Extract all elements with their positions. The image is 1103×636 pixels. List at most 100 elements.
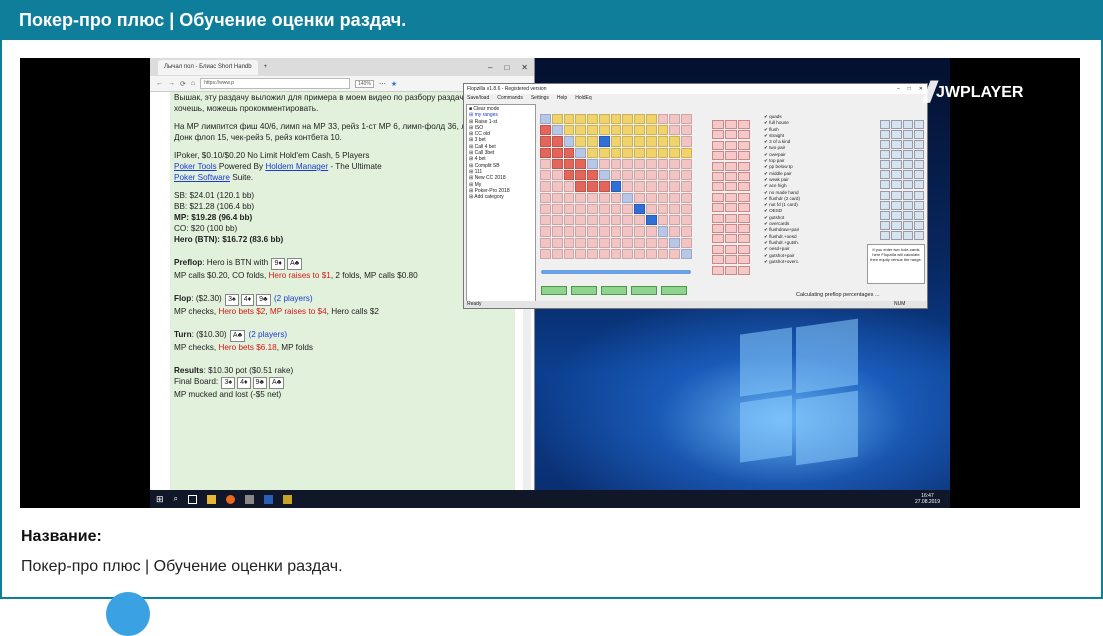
flopzilla-icon[interactable] (283, 494, 293, 504)
range-cell[interactable] (634, 226, 645, 237)
board-card-slot[interactable] (725, 265, 737, 275)
hole-card-slot[interactable] (902, 200, 913, 210)
range-cell[interactable] (563, 203, 575, 215)
menu-item-3[interactable]: Help (557, 94, 567, 102)
explorer-icon[interactable] (207, 494, 217, 504)
hole-card-slot[interactable] (880, 230, 891, 240)
range-cell[interactable] (669, 248, 681, 259)
range-cell[interactable] (563, 170, 575, 181)
board-card-slot[interactable] (738, 151, 750, 161)
range-cell[interactable] (551, 237, 563, 248)
minimize-icon[interactable]: – (488, 63, 492, 72)
range-cell[interactable] (587, 125, 598, 136)
hole-card-slot[interactable] (913, 220, 924, 230)
board-selector[interactable] (712, 120, 750, 275)
range-cell[interactable] (634, 192, 645, 203)
range-cell[interactable] (598, 114, 610, 125)
range-cell[interactable] (669, 158, 681, 170)
range-cell[interactable] (575, 237, 587, 248)
range-cell[interactable] (669, 114, 681, 125)
board-card-slot[interactable] (738, 244, 750, 254)
hole-card-slot[interactable] (913, 130, 924, 140)
range-cell[interactable] (610, 170, 622, 181)
range-cell[interactable] (610, 136, 622, 147)
range-cell[interactable] (598, 237, 610, 248)
range-cell[interactable] (610, 192, 622, 203)
range-cell[interactable] (551, 203, 563, 215)
range-cell[interactable] (575, 136, 587, 147)
hole-card-slot[interactable] (913, 200, 924, 210)
range-cell[interactable] (575, 215, 587, 226)
range-cell[interactable] (551, 125, 563, 136)
range-cell[interactable] (669, 215, 681, 226)
hole-card-slot[interactable] (913, 120, 924, 129)
board-card-slot[interactable] (712, 244, 724, 254)
range-cell[interactable] (645, 237, 657, 248)
range-cell[interactable] (645, 226, 657, 237)
range-cell[interactable] (551, 170, 563, 181)
range-cell[interactable] (681, 136, 692, 147)
range-cell[interactable] (669, 226, 681, 237)
range-cell[interactable] (657, 147, 669, 158)
range-cell[interactable] (657, 170, 669, 181)
board-card-slot[interactable] (712, 151, 724, 161)
range-cell[interactable] (575, 170, 587, 181)
range-cell[interactable] (563, 147, 575, 158)
hole-card-slot[interactable] (891, 200, 902, 210)
range-cell[interactable] (622, 203, 634, 215)
range-cell[interactable] (634, 158, 645, 170)
board-card-slot[interactable] (725, 255, 737, 265)
forward-icon[interactable]: → (168, 80, 175, 87)
range-cell[interactable] (681, 125, 692, 136)
range-cell[interactable] (598, 181, 610, 192)
hole-card-slot[interactable] (880, 130, 891, 140)
range-cell[interactable] (551, 248, 563, 259)
range-cell[interactable] (551, 226, 563, 237)
range-cell[interactable] (657, 114, 669, 125)
hole-card-slot[interactable] (880, 220, 891, 230)
range-cell[interactable] (669, 203, 681, 215)
range-cell[interactable] (622, 114, 634, 125)
tree-item[interactable]: ⊞ Add category (469, 194, 533, 200)
range-cell[interactable] (563, 158, 575, 170)
range-cell[interactable] (551, 181, 563, 192)
hole-card-slot[interactable] (891, 220, 902, 230)
range-cell[interactable] (657, 136, 669, 147)
range-cell[interactable] (634, 147, 645, 158)
board-card-slot[interactable] (712, 120, 724, 129)
browser-tab[interactable]: Лычал пол - Блиас Short Handb (158, 59, 258, 75)
range-cell[interactable] (540, 125, 551, 136)
range-cell[interactable] (681, 215, 692, 226)
range-cell[interactable] (645, 170, 657, 181)
hole-card-slot[interactable] (891, 150, 902, 160)
board-card-slot[interactable] (712, 182, 724, 192)
range-cell[interactable] (551, 114, 563, 125)
board-card-slot[interactable] (712, 140, 724, 150)
range-cell[interactable] (587, 248, 598, 259)
hole-card-slot[interactable] (913, 150, 924, 160)
hole-card-slot[interactable] (913, 140, 924, 150)
zoom-level[interactable]: 140% (355, 79, 374, 88)
range-cell[interactable] (598, 248, 610, 259)
range-cell[interactable] (598, 192, 610, 203)
range-cell[interactable] (598, 170, 610, 181)
range-cell[interactable] (657, 203, 669, 215)
hole-card-slot[interactable] (913, 170, 924, 180)
hole-card-slot[interactable] (902, 150, 913, 160)
range-cell[interactable] (657, 237, 669, 248)
range-cell[interactable] (634, 203, 645, 215)
range-cell[interactable] (622, 215, 634, 226)
range-cell[interactable] (610, 215, 622, 226)
hole-card-slot[interactable] (891, 160, 902, 170)
more-icon[interactable]: ⋯ (379, 80, 386, 88)
grid-button-5[interactable] (661, 286, 687, 295)
range-cell[interactable] (634, 215, 645, 226)
range-cell[interactable] (681, 147, 692, 158)
flopzilla-maximize-icon[interactable]: □ (908, 84, 911, 94)
hole-card-slot[interactable] (913, 210, 924, 220)
range-cell[interactable] (622, 226, 634, 237)
grid-button-2[interactable] (571, 286, 597, 295)
range-cell[interactable] (681, 181, 692, 192)
hole-card-slot[interactable] (880, 190, 891, 200)
range-cell[interactable] (563, 237, 575, 248)
